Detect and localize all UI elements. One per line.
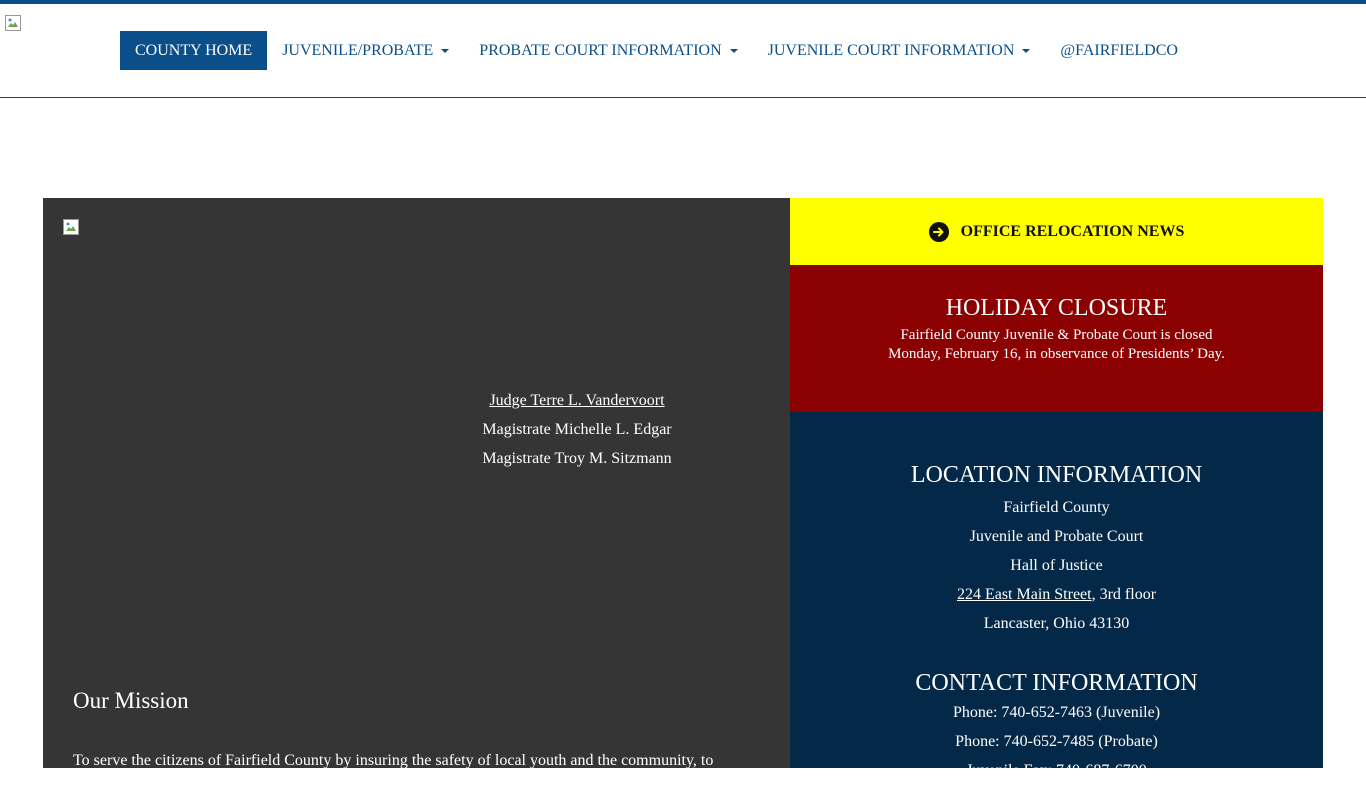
magistrate-sitzmann: Magistrate Troy M. Sitzmann bbox=[482, 450, 672, 467]
nav-label: @FAIRFIELDCO bbox=[1060, 41, 1178, 59]
broken-hero-image-icon bbox=[63, 219, 79, 235]
contact-list: Phone: 740-652-7463 (Juvenile) Phone: 74… bbox=[790, 698, 1323, 785]
judges-list: Judge Terre L. Vandervoort Magistrate Mi… bbox=[433, 386, 721, 473]
mission-text: To serve the citizens of Fairfield Count… bbox=[73, 752, 714, 769]
office-relocation-news-button[interactable]: OFFICE RELOCATION NEWS bbox=[790, 198, 1323, 265]
site-header: COUNTY HOME JUVENILE/PROBATE PROBATE COU… bbox=[0, 4, 1366, 98]
arrow-right-circle-icon bbox=[928, 221, 949, 242]
judge-link[interactable]: Judge Terre L. Vandervoort bbox=[433, 386, 721, 415]
address-county: Fairfield County bbox=[1003, 499, 1110, 516]
location-address: Fairfield County Juvenile and Probate Co… bbox=[790, 493, 1323, 638]
street-map-link[interactable]: 224 East Main Street bbox=[957, 586, 1092, 603]
mission-title: Our Mission bbox=[73, 688, 189, 713]
nav-label: JUVENILE COURT INFORMATION bbox=[767, 41, 1015, 59]
holiday-title: HOLIDAY CLOSURE bbox=[945, 295, 1168, 321]
caret-down-icon bbox=[729, 48, 738, 53]
holiday-closure-notice: HOLIDAY CLOSURE Fairfield County Juvenil… bbox=[790, 265, 1323, 412]
hero-panel: Judge Terre L. Vandervoort Magistrate Mi… bbox=[43, 198, 790, 769]
address-building: Hall of Justice bbox=[1010, 557, 1103, 574]
caret-down-icon bbox=[441, 48, 450, 53]
holiday-text: Fairfield County Juvenile & Probate Cour… bbox=[888, 327, 1225, 362]
nav-fairfieldco[interactable]: @FAIRFIELDCO bbox=[1045, 31, 1193, 70]
magistrate-edgar: Magistrate Michelle L. Edgar bbox=[482, 421, 672, 438]
news-label: OFFICE RELOCATION NEWS bbox=[960, 222, 1185, 240]
nav-label: JUVENILE/PROBATE bbox=[282, 41, 434, 59]
caret-down-icon bbox=[1022, 48, 1031, 53]
address-court: Juvenile and Probate Court bbox=[969, 528, 1144, 545]
address-city: Lancaster, Ohio 43130 bbox=[983, 615, 1130, 632]
address-street-line: 224 East Main Street, 3rd floor bbox=[790, 580, 1323, 609]
fax-juvenile: Juvenile Fax: 740-687-6700 bbox=[966, 762, 1147, 779]
phone-juvenile: Phone: 740-652-7463 (Juvenile) bbox=[952, 704, 1161, 721]
location-info-panel: LOCATION INFORMATION Fairfield County Ju… bbox=[790, 412, 1323, 779]
phone-probate: Phone: 740-652-7485 (Probate) bbox=[955, 733, 1158, 750]
nav-label: PROBATE COURT INFORMATION bbox=[479, 41, 722, 59]
address-floor: , 3rd floor bbox=[1091, 586, 1157, 603]
contact-title: CONTACT INFORMATION bbox=[915, 670, 1198, 696]
broken-logo-image-icon[interactable] bbox=[5, 15, 21, 31]
nav-county-home[interactable]: COUNTY HOME bbox=[120, 31, 268, 70]
nav-juvenile-court-info[interactable]: JUVENILE COURT INFORMATION bbox=[753, 31, 1046, 70]
nav-probate-court-info[interactable]: PROBATE COURT INFORMATION bbox=[464, 31, 752, 70]
main-nav: COUNTY HOME JUVENILE/PROBATE PROBATE COU… bbox=[120, 31, 1193, 70]
nav-juvenile-probate[interactable]: JUVENILE/PROBATE bbox=[267, 31, 464, 70]
nav-label: COUNTY HOME bbox=[135, 41, 253, 59]
location-title: LOCATION INFORMATION bbox=[910, 462, 1203, 488]
